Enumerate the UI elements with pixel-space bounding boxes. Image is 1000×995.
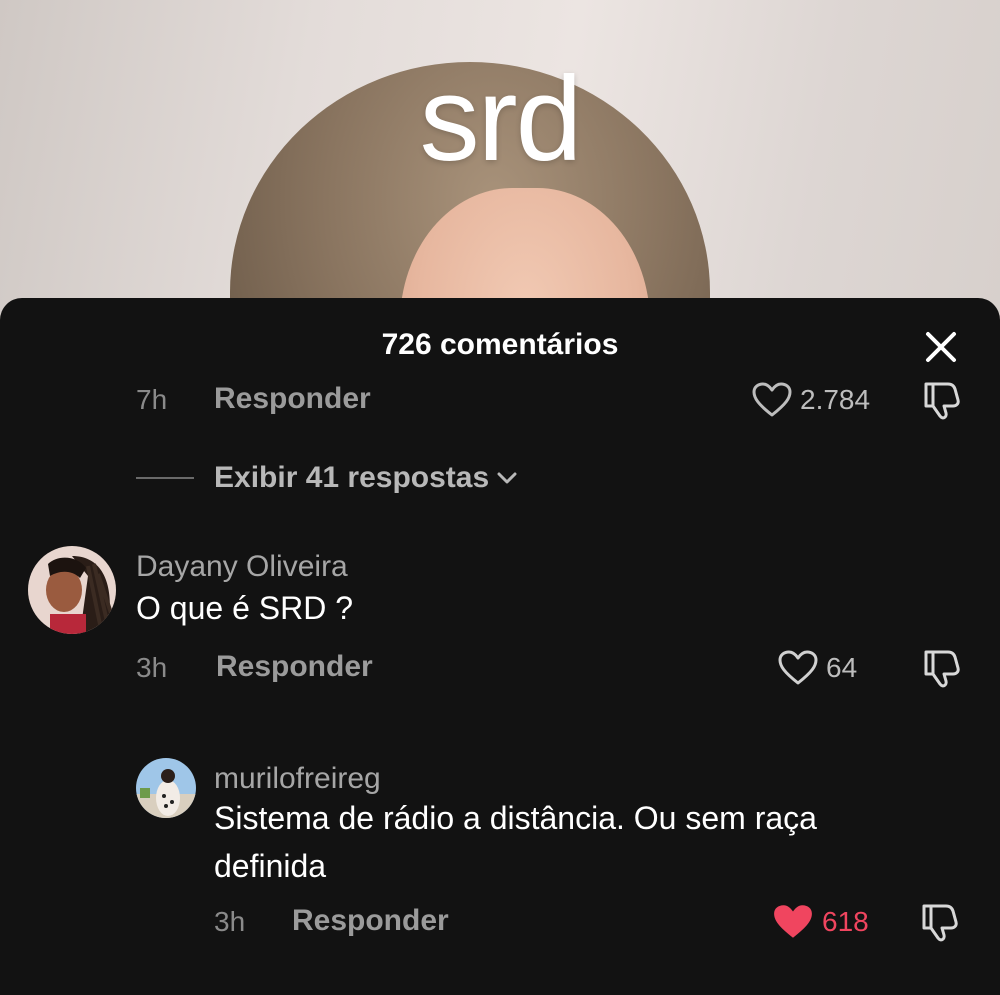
video-frame[interactable]: srd	[0, 0, 1000, 330]
dislike-button[interactable]	[918, 646, 962, 690]
heart-outline-icon	[752, 382, 792, 417]
heart-filled-icon	[774, 905, 812, 938]
reply-button[interactable]: Responder	[216, 650, 373, 684]
reply-button[interactable]: Responder	[214, 382, 371, 416]
thumbs-down-icon	[924, 382, 960, 420]
reply-username[interactable]: murilofreireg	[214, 762, 381, 796]
avatar[interactable]	[28, 546, 116, 634]
comments-count-title: 726 comentários	[381, 328, 619, 361]
like-count: 64	[826, 652, 858, 683]
thumbs-down-icon	[922, 904, 958, 942]
divider-line	[136, 477, 194, 479]
view-replies-label: Exibir 41 respostas	[214, 461, 490, 494]
previous-comment-meta: 7h Responder 2.784	[0, 376, 1000, 436]
view-replies-toggle[interactable]: Exibir 41 respostas	[136, 456, 519, 500]
user-avatar-image	[136, 758, 196, 818]
reply-item: murilofreireg Sistema de rádio a distânc…	[0, 756, 1000, 986]
comment-time: 3h	[136, 652, 168, 683]
like-button[interactable]: 618	[772, 902, 869, 942]
close-button[interactable]	[916, 326, 968, 370]
reply-text: Sistema de rádio a distância. Ou sem raç…	[214, 800, 817, 884]
chevron-down-icon	[497, 472, 517, 484]
dislike-button[interactable]	[916, 900, 960, 944]
comment-time: 7h	[136, 384, 168, 415]
heart-outline-icon	[778, 650, 818, 685]
user-avatar-image	[28, 546, 116, 634]
comment-item: Dayany Oliveira O que é SRD ? 3h Respond…	[0, 546, 1000, 726]
like-button[interactable]: 2.784	[752, 380, 870, 420]
reply-time: 3h	[214, 906, 246, 937]
comments-list[interactable]: 7h Responder 2.784 Exibir 41 respostas D…	[0, 376, 1000, 995]
video-caption-overlay: srd	[419, 52, 583, 186]
like-count: 618	[822, 906, 869, 937]
close-icon	[926, 332, 956, 362]
like-count: 2.784	[800, 384, 871, 415]
avatar[interactable]	[136, 758, 196, 818]
comment-text: O que é SRD ?	[136, 590, 353, 626]
comment-username[interactable]: Dayany Oliveira	[136, 550, 348, 584]
reply-button[interactable]: Responder	[292, 904, 449, 938]
comments-sheet: 726 comentários 7h Responder 2.784 Exibi…	[0, 298, 1000, 995]
like-button[interactable]: 64	[778, 648, 857, 688]
thumbs-down-icon	[924, 650, 960, 688]
dislike-button[interactable]	[918, 378, 962, 422]
